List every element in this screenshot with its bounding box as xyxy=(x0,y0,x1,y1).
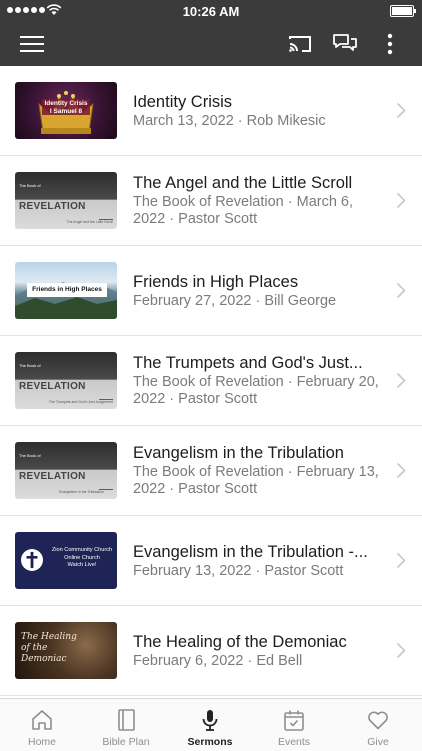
more-vertical-icon xyxy=(387,33,393,55)
status-bar: 10:26 AM xyxy=(0,0,422,22)
calendar-icon xyxy=(284,710,304,731)
tab-bar: Home Bible Plan Sermons Events Give xyxy=(0,698,422,751)
chevron-right-icon xyxy=(396,372,406,389)
sermon-thumbnail: Friends in High Places xyxy=(15,262,117,319)
thumbnail-text: The Healing of the Demoniac xyxy=(21,632,77,664)
sermon-row[interactable]: Zion Community Church Online Church Watch … xyxy=(0,516,422,606)
cast-button[interactable] xyxy=(278,22,322,66)
chat-button[interactable] xyxy=(323,22,367,66)
tab-sermons[interactable]: Sermons xyxy=(168,699,252,751)
more-button[interactable] xyxy=(368,22,412,66)
sermon-list: Identity Crisis I Samuel 8 Identity Crisi… xyxy=(0,66,422,698)
book-icon xyxy=(118,709,135,731)
app-bar xyxy=(0,22,422,66)
chevron-right-icon xyxy=(396,642,406,659)
tab-label: Home xyxy=(27,736,56,748)
chevron-right-icon xyxy=(396,282,406,299)
tab-home[interactable]: Home xyxy=(0,699,84,751)
tab-bible-plan[interactable]: Bible Plan xyxy=(84,699,168,751)
thumbnail-small-text: The Book of xyxy=(19,363,41,368)
thumbnail-text: Identity Crisis I Samuel 8 xyxy=(44,100,88,115)
cast-icon xyxy=(289,36,311,52)
sermon-thumbnail: The Book of REVELATION Evangelism in the… xyxy=(15,442,117,499)
sermon-subtitle: The Book of Revelation · March 6, 2022 ·… xyxy=(133,194,354,227)
sermon-subtitle: February 6, 2022 · Ed Bell xyxy=(133,652,303,669)
chevron-right-icon xyxy=(396,192,406,209)
thumbnail-text: REVELATION xyxy=(19,201,86,212)
battery-icon xyxy=(390,5,416,17)
sermon-title: The Healing of the Demoniac xyxy=(133,632,347,651)
home-icon xyxy=(32,710,52,730)
thumbnail-caption: The Trumpets and God's Just Judgement xyxy=(48,400,113,404)
thumbnail-caption: The Angel and the Little Scroll xyxy=(66,220,113,224)
chevron-right-icon xyxy=(396,102,406,119)
sermon-title: The Angel and the Little Scroll xyxy=(133,174,353,192)
sermon-title: The Trumpets and God's Just... xyxy=(133,354,363,372)
status-time: 10:26 AM xyxy=(182,4,240,19)
sermon-subtitle: February 27, 2022 · Bill George xyxy=(133,292,337,309)
menu-icon xyxy=(20,36,44,52)
sermon-thumbnail: Zion Community Church Online Church Watch … xyxy=(15,532,117,589)
chat-icon xyxy=(333,34,357,51)
thumbnail-text: REVELATION xyxy=(19,381,86,392)
sermon-subtitle: February 13, 2022 · Pastor Scott xyxy=(133,562,344,579)
thumbnail-text: REVELATION xyxy=(19,471,86,482)
sermon-row[interactable]: Friends in High Places Friends in High P… xyxy=(0,246,422,336)
sermon-subtitle: The Book of Revelation · February 13, 20… xyxy=(133,464,379,497)
sermon-thumbnail: The Book of REVELATION The Angel and the… xyxy=(15,172,117,229)
chevron-right-icon xyxy=(396,552,406,569)
tab-events[interactable]: Events xyxy=(252,699,336,751)
thumbnail-text: Zion Community Church Online Church Watch … xyxy=(51,547,113,568)
sermon-thumbnail: Identity Crisis I Samuel 8 xyxy=(15,82,117,139)
chevron-right-icon xyxy=(396,462,406,479)
sermon-title: Friends in High Places xyxy=(133,272,299,291)
sermon-row[interactable]: The Healing of the Demoniac The Healing … xyxy=(0,606,422,696)
tab-label: Bible Plan xyxy=(102,736,150,748)
microphone-icon xyxy=(202,710,218,731)
sermon-subtitle: March 13, 2022 · Rob Mikesic xyxy=(133,112,326,129)
tab-label: Events xyxy=(277,736,311,748)
thumbnail-text: Friends in High Places xyxy=(32,286,102,293)
sermon-title: Identity Crisis xyxy=(133,92,233,111)
sermon-row[interactable]: Identity Crisis I Samuel 8 Identity Crisi… xyxy=(0,66,422,156)
thumbnail-small-text: The Book of xyxy=(19,453,41,458)
tab-label: Sermons xyxy=(187,736,233,748)
sermon-row[interactable]: The Book of REVELATION The Trumpets and … xyxy=(0,336,422,426)
sermon-title: Evangelism in the Tribulation xyxy=(133,444,344,462)
sermon-row[interactable]: The Book of REVELATION The Angel and the… xyxy=(0,156,422,246)
menu-button[interactable] xyxy=(10,22,54,66)
sermon-subtitle: The Book of Revelation · February 20, 20… xyxy=(133,374,379,407)
sermon-thumbnail: The Book of REVELATION The Trumpets and … xyxy=(15,352,117,409)
thumbnail-small-text: The Book of xyxy=(19,183,41,188)
thumbnail-caption: Evangelism in the Tribulation xyxy=(59,490,104,494)
sermon-title: Evangelism in the Tribulation -... xyxy=(133,542,368,561)
tab-give[interactable]: Give xyxy=(336,699,420,751)
heart-icon xyxy=(368,711,388,730)
sermon-thumbnail: The Healing of the Demoniac xyxy=(15,622,117,679)
tab-label: Give xyxy=(367,736,389,748)
sermon-row[interactable]: The Book of REVELATION Evangelism in the… xyxy=(0,426,422,516)
